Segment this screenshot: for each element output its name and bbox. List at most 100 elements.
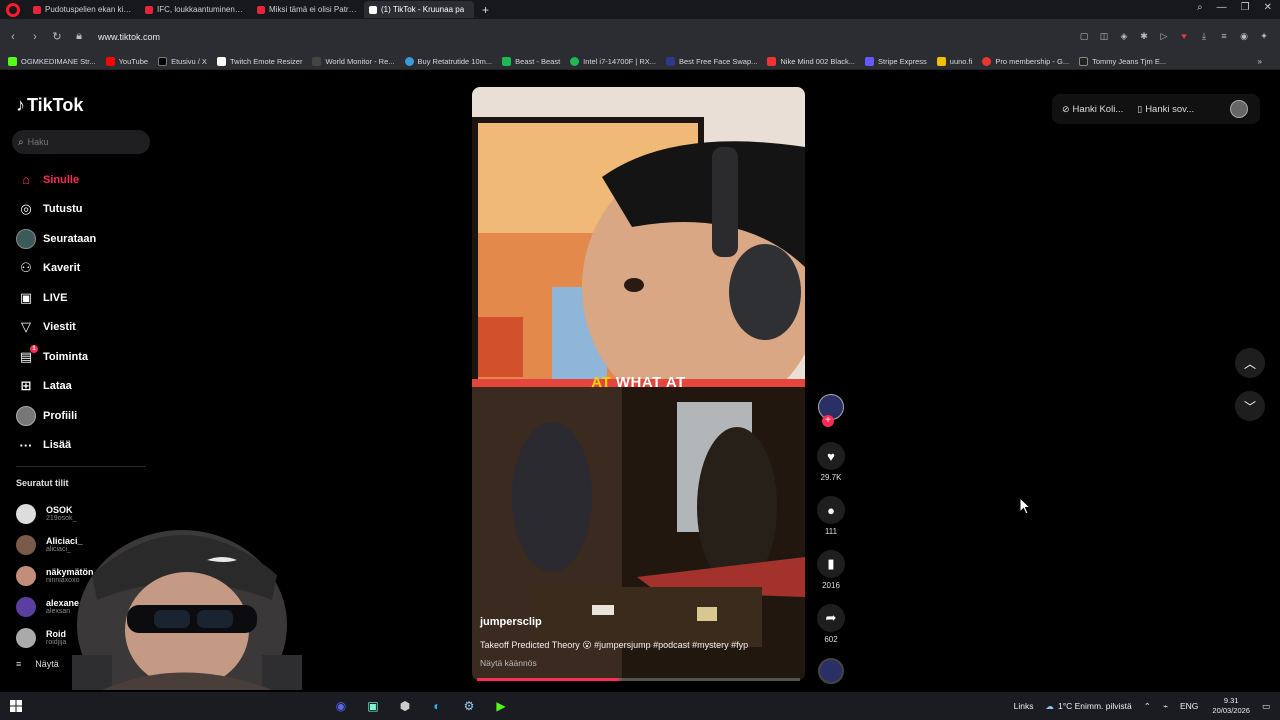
new-tab-button[interactable]: + — [482, 3, 489, 17]
notification-icon[interactable]: ▭ — [1262, 701, 1270, 712]
shield-icon[interactable]: ◈ — [1118, 30, 1130, 42]
share-icon[interactable]: ➦ — [817, 604, 845, 632]
browser-tab-active[interactable]: (1) TikTok - Kruunaa pa — [364, 1, 474, 18]
lock-icon[interactable]: 🔒︎ — [68, 30, 90, 43]
minimize-icon[interactable]: — — [1217, 2, 1227, 13]
video-progress-bar[interactable] — [477, 678, 800, 681]
like-action: ♥ 29.7K — [814, 442, 848, 496]
tiktok-logo[interactable]: ♪ TikTok — [16, 95, 83, 116]
bookmarks-overflow-icon[interactable]: » — [1258, 57, 1262, 66]
edge-icon[interactable]: ◐ — [426, 696, 448, 716]
sidebar-item-seurataan[interactable]: Seurataan — [16, 224, 156, 254]
chevron-up-icon: ︿ — [1243, 356, 1256, 371]
menu-icon[interactable]: ≡ — [1218, 30, 1230, 42]
upload-icon: ⊞ — [20, 378, 32, 394]
bookmark-item[interactable]: Etusivu / X — [158, 57, 207, 66]
windows-start-icon[interactable] — [10, 700, 22, 712]
sidebar-item-profiili[interactable]: Profiili — [16, 401, 156, 431]
maximize-icon[interactable]: ❐ — [1241, 2, 1250, 13]
like-count: 29.7K — [820, 473, 842, 482]
bookmark-item[interactable]: Tommy Jeans Tjm E... — [1079, 57, 1166, 66]
x-icon — [158, 57, 168, 66]
network-icon[interactable]: ⌁ — [1163, 701, 1168, 712]
forward-icon[interactable]: › — [24, 31, 46, 43]
sidebar-divider — [16, 466, 146, 467]
bookmark-item[interactable]: uuno.fi — [936, 57, 972, 66]
heart-icon[interactable]: ♥ — [1178, 30, 1190, 42]
coin-icon: ⊘ — [1062, 103, 1070, 114]
video-description: Takeoff Predicted Theory 😮 #jumpersjump … — [480, 640, 749, 650]
bookmark-item[interactable]: Nike Mind 002 Black... — [767, 57, 855, 66]
bookmark-item[interactable]: Intel i7-14700F | RX... — [570, 57, 656, 66]
camera-icon[interactable]: ◫ — [1098, 30, 1110, 42]
url-field[interactable]: www.tiktok.com — [98, 32, 160, 42]
browser-tab[interactable]: Miksi tämä ei olisi Patrik E — [252, 1, 362, 18]
sidebar-item-label: Tutustu — [43, 203, 83, 216]
sidebar-item-kaverit[interactable]: ⚇ Kaverit — [16, 254, 156, 284]
followed-accounts-title: Seuratut tilit — [16, 478, 69, 488]
next-video-button[interactable]: ﹀ — [1235, 391, 1265, 421]
user-avatar[interactable] — [1230, 100, 1248, 118]
settings-icon[interactable]: ⬢ — [394, 696, 416, 716]
previous-video-button[interactable]: ︿ — [1235, 348, 1265, 378]
reload-icon[interactable]: ↻ — [46, 30, 68, 43]
get-coins-button[interactable]: ⊘ Hanki Koli... — [1062, 104, 1123, 115]
bookmark-item[interactable]: OGMKEDIMANE Str... — [8, 57, 96, 66]
extension-icons: ▢ ◫ ◈ ✱ ▷ ♥ ⤓ ≡ ◉ ✦ — [1078, 30, 1270, 42]
follow-plus-icon[interactable]: + — [822, 415, 834, 427]
video-author[interactable]: jumpersclip — [480, 616, 542, 628]
sidebar-item-live[interactable]: ▣ LIVE — [16, 283, 156, 313]
sidebar-item-toiminta[interactable]: ▤ 1 Toiminta — [16, 342, 156, 372]
bookmark-label: OGMKEDIMANE Str... — [21, 57, 96, 66]
taskbar-clock[interactable]: 9.31 20/03/2026 — [1212, 696, 1250, 716]
bookmark-icon[interactable]: ▮ — [817, 550, 845, 578]
bookmark-item[interactable]: Buy Retatrutide 10m... — [404, 57, 492, 66]
search-tabs-icon[interactable]: ⌕ — [1197, 2, 1203, 13]
sidebar-item-lataa[interactable]: ⊞ Lataa — [16, 372, 156, 402]
bookmark-favicon-icon — [8, 57, 17, 66]
bookmark-item[interactable]: World Monitor - Re... — [312, 57, 395, 66]
bookmark-item[interactable]: Stripe Express — [865, 57, 927, 66]
bookmark-item[interactable]: YouTube — [105, 57, 148, 66]
bookmark-item[interactable]: Best Free Face Swap... — [666, 57, 757, 66]
language-indicator[interactable]: ENG — [1180, 701, 1198, 711]
get-app-button[interactable]: ▯ Hanki sov... — [1137, 104, 1194, 115]
heart-icon[interactable]: ♥ — [817, 442, 845, 470]
back-icon[interactable]: ‹ — [2, 31, 24, 43]
comment-icon[interactable]: ● — [817, 496, 845, 524]
play-icon[interactable]: ▷ — [1158, 30, 1170, 42]
kick-icon[interactable]: ▶ — [490, 696, 512, 716]
steam-icon[interactable]: ⚙ — [458, 696, 480, 716]
browser-tab[interactable]: Pudotuspelien ekan kierros — [28, 1, 138, 18]
music-disc-icon[interactable] — [818, 658, 844, 684]
extension-icon[interactable]: ✱ — [1138, 30, 1150, 42]
streamlabs-icon[interactable]: ▣ — [362, 696, 384, 716]
system-tray: Links ☁ 1°C Enimm. pilvistä ⌃ ⌁ ENG 9.31 … — [1002, 692, 1270, 720]
close-icon[interactable]: ✕ — [1264, 2, 1272, 13]
sidebar-item-lisaa[interactable]: ··· Lisää — [16, 431, 156, 461]
download-icon[interactable]: ⤓ — [1198, 30, 1210, 42]
translate-link[interactable]: Näytä käännös — [480, 658, 537, 668]
profile-icon[interactable]: ◉ — [1238, 30, 1250, 42]
sidebar-item-viestit[interactable]: ▽ Viestit — [16, 313, 156, 343]
save-count: 2016 — [822, 581, 840, 590]
browser-tab[interactable]: IFC, loukkaantuminen & V — [140, 1, 250, 18]
ai-icon[interactable]: ✦ — [1258, 30, 1270, 42]
bookmark-label: Nike Mind 002 Black... — [780, 57, 855, 66]
snapshot-icon[interactable]: ▢ — [1078, 30, 1090, 42]
youtube-icon — [105, 57, 115, 66]
bookmark-favicon-icon — [767, 57, 777, 66]
bookmark-item[interactable]: Pro membership - G... — [982, 57, 1069, 66]
search-icon: ⌕ — [18, 136, 24, 148]
opera-logo-icon[interactable] — [6, 2, 20, 17]
tray-chevron-icon[interactable]: ⌃ — [1144, 701, 1151, 712]
bookmark-item[interactable]: Twitch Emote Resizer — [216, 57, 302, 66]
discord-icon[interactable]: ◉ — [330, 696, 352, 716]
sidebar-item-tutustu[interactable]: ◎ Tutustu — [16, 195, 156, 225]
bookmark-item[interactable]: Beast - Beast — [502, 57, 560, 66]
sidebar-item-label: LIVE — [43, 291, 68, 304]
links-toolbar[interactable]: Links — [1014, 701, 1034, 711]
sidebar-item-sinulle[interactable]: ⌂ Sinulle — [16, 165, 156, 195]
weather-widget[interactable]: ☁ 1°C Enimm. pilvistä — [1045, 701, 1131, 712]
search-input[interactable]: ⌕ Haku — [12, 130, 150, 154]
